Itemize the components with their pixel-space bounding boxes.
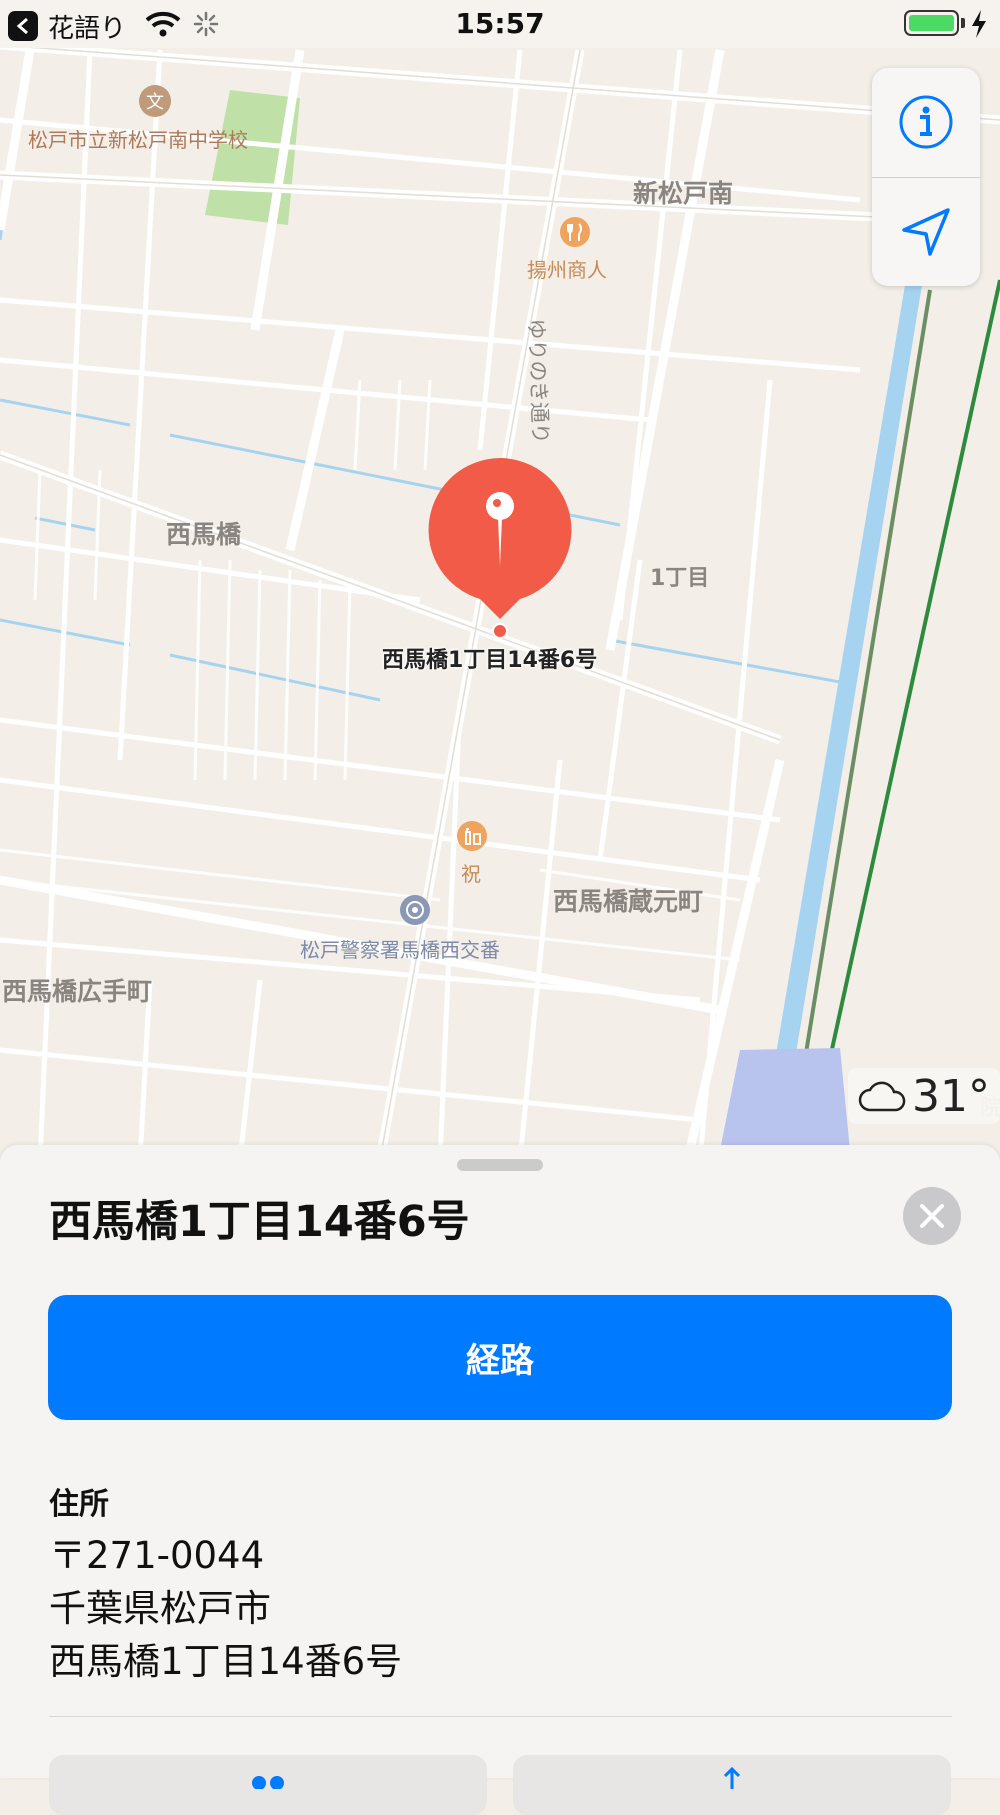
- map-label-area: 西馬橋: [166, 520, 242, 549]
- map-label-school[interactable]: 松戸市立新松戸南中学校: [28, 124, 248, 153]
- map-pin-icon[interactable]: [425, 458, 575, 643]
- fork-knife-icon[interactable]: [559, 216, 591, 248]
- pin-label: 西馬橋1丁目14番6号: [382, 648, 598, 673]
- share-icon: [723, 1766, 741, 1789]
- police-icon[interactable]: [399, 894, 431, 926]
- location-arrow-icon: [902, 208, 950, 256]
- map-label-area: 西馬橋蔵元町: [553, 887, 704, 916]
- directions-button[interactable]: 経路: [48, 1295, 952, 1420]
- info-icon: [899, 95, 953, 149]
- map-label-area: 1丁目: [650, 566, 710, 591]
- map-label-police[interactable]: 松戸警察署馬橋西交番: [300, 934, 500, 963]
- school-icon[interactable]: 文: [138, 84, 172, 118]
- place-title: 西馬橋1丁目14番6号: [49, 1197, 470, 1247]
- map-view[interactable]: 文 松戸市立新松戸南中学校 新松戸南 揚州商人 ゆりのき通り 西馬橋 1丁目 西…: [0, 0, 1000, 1160]
- address-prefecture: 千葉県松戸市: [49, 1587, 271, 1630]
- cloud-icon: [858, 1081, 906, 1112]
- place-card: 西馬橋1丁目14番6号 経路 住所 〒271-0044 千葉県松戸市 西馬橋1丁…: [0, 1145, 1000, 1815]
- battery-icon: [904, 10, 959, 36]
- battery-tip: [961, 18, 965, 28]
- close-icon: [920, 1204, 944, 1228]
- bottle-icon[interactable]: [456, 820, 488, 852]
- divider: [49, 1716, 952, 1717]
- info-button[interactable]: [872, 68, 980, 177]
- weather-temp: 31°: [912, 1070, 990, 1122]
- location-button[interactable]: [872, 178, 980, 286]
- map-label-liquor[interactable]: 祝: [461, 858, 481, 887]
- map-label-area: 西馬橋広手町: [2, 977, 153, 1006]
- svg-text:文: 文: [146, 92, 164, 113]
- map-label-road: ゆりのき通り: [524, 318, 553, 445]
- status-bar: 花語り 15:57: [0, 0, 1000, 48]
- address-street: 西馬橋1丁目14番6号: [49, 1640, 403, 1683]
- weather-badge: 31°: [848, 1068, 1000, 1124]
- charging-bolt-icon: [972, 10, 986, 38]
- contact-action-button[interactable]: [49, 1755, 487, 1815]
- map-label-area: 新松戸南: [633, 179, 734, 208]
- map-label-restaurant[interactable]: 揚州商人: [527, 254, 607, 283]
- close-button[interactable]: [903, 1187, 961, 1245]
- people-icon: [252, 1776, 284, 1789]
- address-postal: 〒271-0044: [49, 1534, 265, 1577]
- share-action-button[interactable]: [513, 1755, 951, 1815]
- status-time: 15:57: [455, 7, 545, 40]
- address-heading: 住所: [49, 1487, 109, 1522]
- map-controls: [872, 68, 980, 286]
- sheet-grabber[interactable]: [457, 1159, 543, 1171]
